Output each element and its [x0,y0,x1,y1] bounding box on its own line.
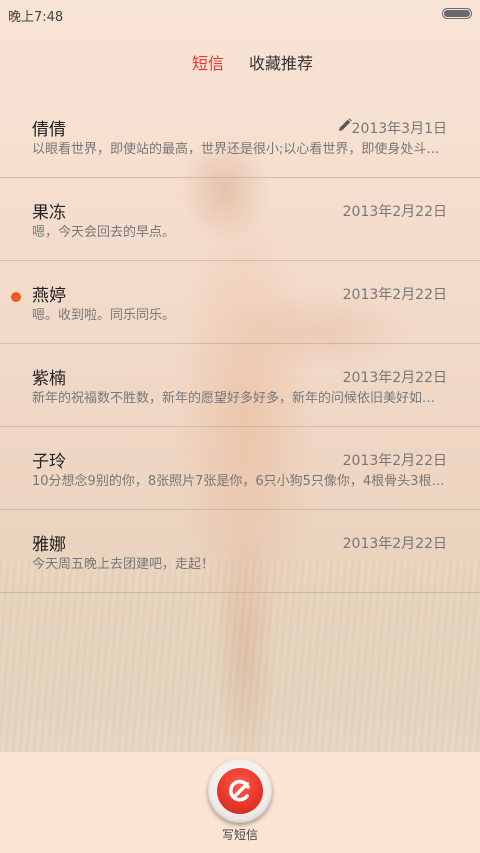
conversation-row[interactable]: 燕婷 2013年2月22日 嗯。收到啦。同乐同乐。 [0,261,480,344]
tab-messages[interactable]: 短信 [192,50,224,74]
battery-icon [442,8,472,19]
compose-label: 写短信 [221,828,258,842]
message-preview: 嗯，今天会回去的早点。 [32,225,176,240]
status-time: 晚上7:48 [8,10,64,25]
compose-icon [217,768,263,814]
conversation-row[interactable]: 果冻 2013年2月22日 嗯，今天会回去的早点。 [0,178,480,261]
tab-bar: 短信 收藏推荐 [0,50,480,74]
contact-name: 雅娜 [32,535,66,555]
conversation-row[interactable]: 紫楠 2013年2月22日 新年的祝福数不胜数，新年的愿望好多好多，新年的问候依… [0,344,480,427]
message-preview: 嗯。收到啦。同乐同乐。 [32,308,176,323]
conversation-row[interactable]: 倩倩 2013年3月1日 以眼看世界，即使站的最高，世界还是很小;以心看世界，即… [0,95,480,178]
message-date: 2013年2月22日 [342,536,447,552]
message-date: 2013年2月22日 [342,204,447,220]
contact-name: 果冻 [32,203,66,223]
message-date: 2013年2月22日 [342,453,447,469]
contact-name: 倩倩 [32,120,66,140]
contact-name: 子玲 [32,452,66,472]
message-preview: 10分想念9别的你，8张照片7张是你，6只小狗5只像你，4根骨头3根给你，2人相… [32,474,448,489]
message-date: 2013年3月1日 [351,121,447,137]
conversation-row[interactable]: 雅娜 2013年2月22日 今天周五晚上去团建吧，走起！ [0,510,480,593]
contact-name: 紫楠 [32,369,66,389]
compose-button[interactable] [208,759,272,823]
unread-dot-icon [11,292,21,302]
message-date: 2013年2月22日 [342,287,447,303]
contact-name: 燕婷 [32,286,66,306]
message-preview: 今天周五晚上去团建吧，走起！ [32,557,215,572]
message-date: 2013年2月22日 [342,370,447,386]
conversation-row[interactable]: 子玲 2013年2月22日 10分想念9别的你，8张照片7张是你，6只小狗5只像… [0,427,480,510]
bottom-bar: 写短信 [0,752,480,853]
status-bar: 晚上7:48 [0,0,480,28]
conversation-list: 倩倩 2013年3月1日 以眼看世界，即使站的最高，世界还是很小;以心看世界，即… [0,95,480,593]
message-preview: 以眼看世界，即使站的最高，世界还是很小;以心看世界，即使身处斗室，世界依然很大。 [32,142,448,157]
tab-favorites[interactable]: 收藏推荐 [249,50,313,74]
message-preview: 新年的祝福数不胜数，新年的愿望好多好多，新年的问候依旧美好如初，祝你新年快乐！ [32,391,448,406]
